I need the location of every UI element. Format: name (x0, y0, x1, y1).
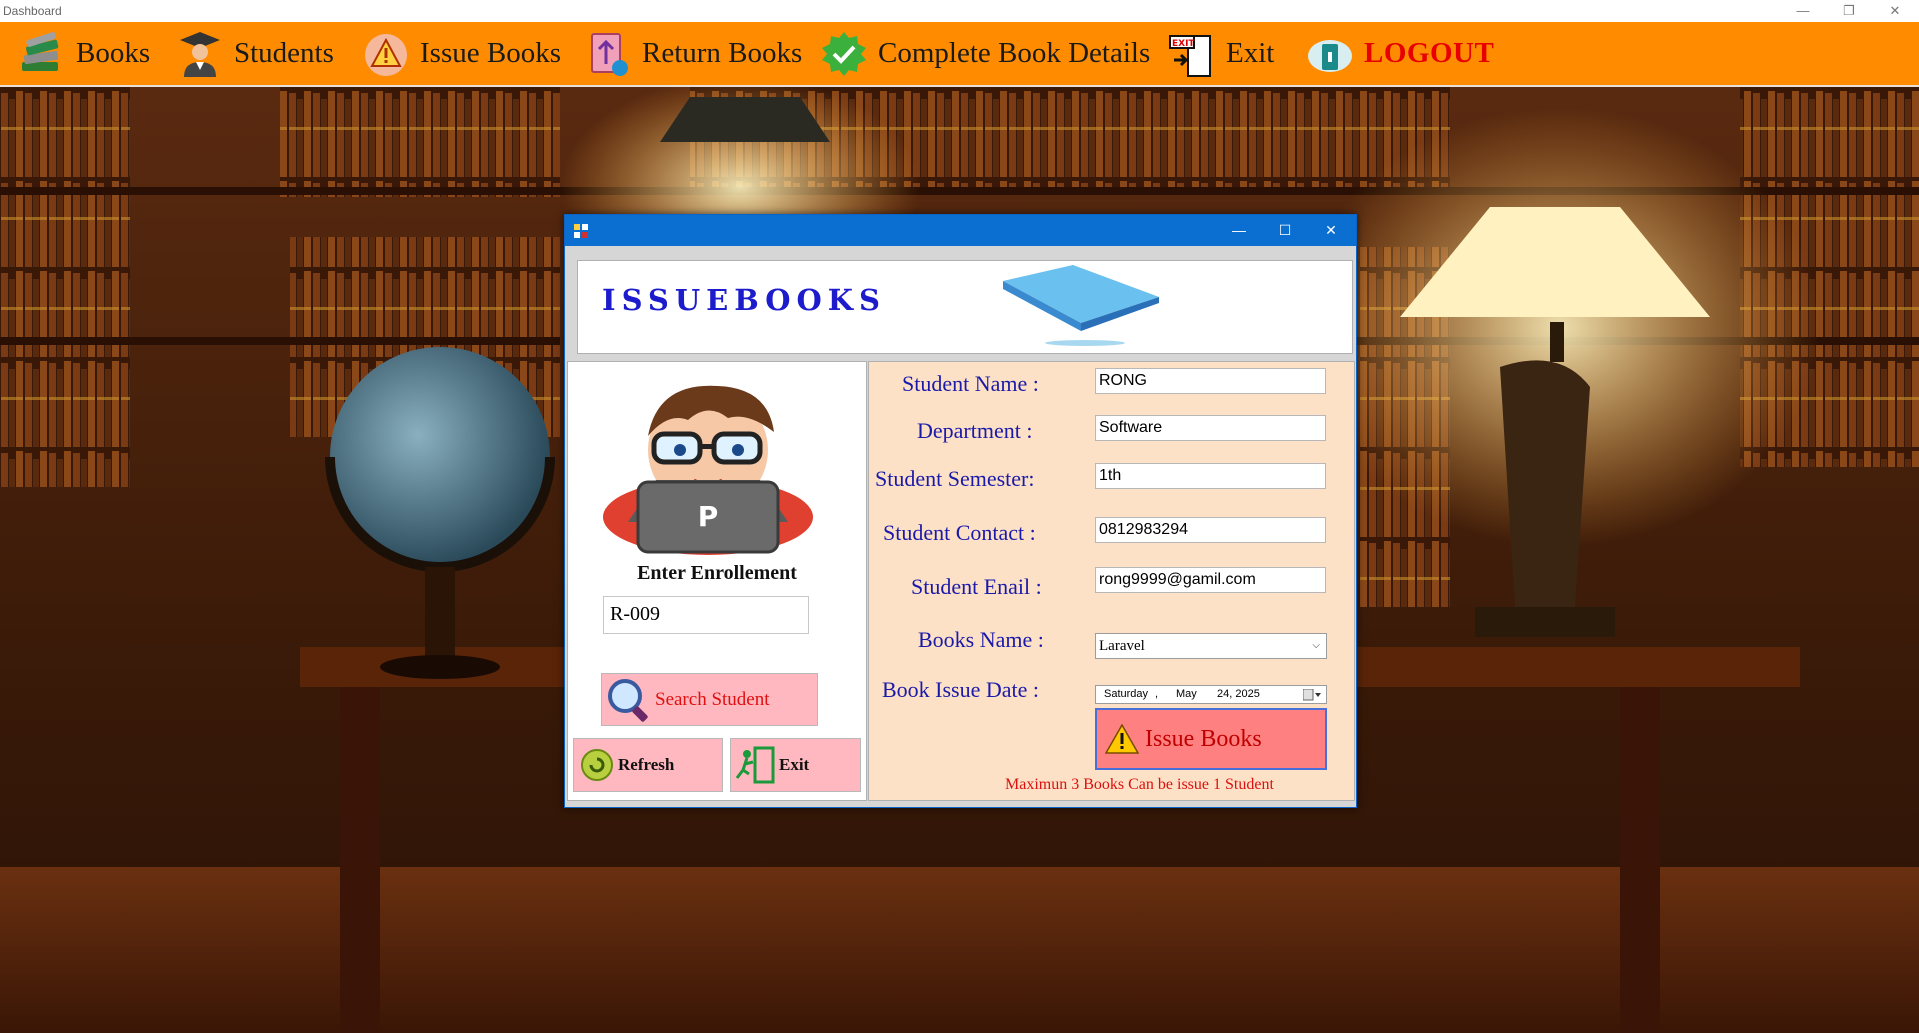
close-button[interactable]: ✕ (1872, 0, 1918, 22)
student-avatar: P (603, 385, 813, 555)
date-month: May (1176, 688, 1197, 700)
graduate-student-icon (180, 31, 220, 77)
dialog-banner: ISSUEBOOKS (577, 260, 1353, 354)
contact-field[interactable]: 0812983294 (1095, 517, 1326, 543)
department-field[interactable]: Software (1095, 415, 1326, 441)
calendar-dropdown-icon[interactable] (1303, 689, 1321, 701)
dialog-titlebar: — ☐ ✕ (565, 215, 1356, 246)
issue-date-picker[interactable]: Saturday , May 24, 2025 (1095, 685, 1327, 704)
student-details-form: Student Name : RONG Department : Softwar… (868, 361, 1355, 801)
issue-books-label: Issue Books (1145, 725, 1262, 752)
books-icon (22, 31, 59, 71)
contact-label: Student Contact : (883, 520, 1036, 545)
enrollment-input[interactable]: R-009 (603, 596, 809, 634)
search-student-label: Search Student (655, 688, 770, 710)
issue-books-dialog: — ☐ ✕ ISSUEBOOKS P Enter Enrollement R-0… (564, 214, 1357, 808)
window-title: Dashboard (3, 4, 62, 18)
dialog-minimize-button[interactable]: — (1216, 215, 1262, 246)
running-exit-icon (735, 746, 775, 784)
date-separator: , (1155, 688, 1159, 700)
refresh-label: Refresh (618, 755, 675, 774)
restore-button[interactable]: ❐ (1826, 0, 1872, 22)
minimize-button[interactable]: — (1780, 0, 1826, 22)
issue-date-label: Book Issue Date : (882, 677, 1040, 702)
exit-button[interactable]: Exit (730, 738, 861, 792)
menu-logout-label: LOGOUT (1364, 37, 1495, 69)
menu-return-books-label: Return Books (642, 37, 803, 69)
dialog-close-button[interactable]: ✕ (1308, 215, 1354, 246)
student-lookup-panel: P Enter Enrollement R-009 Search Student… (567, 361, 867, 801)
search-student-button[interactable]: Search Student (601, 673, 818, 726)
svg-text:EXIT: EXIT (1172, 39, 1195, 49)
menu-books-label: Books (76, 37, 151, 69)
menu-complete-book-details-label: Complete Book Details (878, 37, 1151, 69)
book-name-selected: Laravel (1099, 638, 1145, 654)
warning-icon (365, 33, 407, 76)
check-badge-icon (822, 31, 866, 76)
department-label: Department : (917, 418, 1033, 443)
menu-exit-label: Exit (1226, 37, 1275, 69)
chevron-down-icon: ⌵ (1312, 640, 1320, 651)
menu-students-label: Students (234, 37, 334, 69)
exit-label: Exit (779, 755, 810, 774)
dialog-maximize-button[interactable]: ☐ (1262, 215, 1308, 246)
email-label: Student Enail : (911, 574, 1042, 599)
menu-logout[interactable]: LOGOUT (1306, 22, 1494, 85)
menu-issue-books[interactable]: Issue Books (362, 22, 561, 85)
menu-exit[interactable]: EXIT Exit (1168, 22, 1274, 85)
return-book-icon (591, 32, 628, 76)
magnifier-icon (608, 678, 648, 722)
semester-field[interactable]: 1th (1095, 463, 1326, 489)
refresh-button[interactable]: Refresh (573, 738, 723, 792)
menu-issue-books-label: Issue Books (420, 37, 561, 69)
logout-icon (1308, 39, 1352, 72)
date-day: Saturday (1104, 688, 1149, 700)
avatar-laptop-letter: P (698, 500, 719, 533)
open-book-icon (1003, 265, 1159, 346)
window-titlebar: Dashboard — ❐ ✕ (0, 0, 1919, 22)
email-field[interactable]: rong9999@gamil.com (1095, 567, 1326, 593)
date-date: 24, 2025 (1217, 688, 1260, 700)
menu-books[interactable]: Books (18, 22, 150, 85)
exit-door-icon: EXIT (1169, 34, 1211, 77)
enrollment-label: Enter Enrollement (637, 562, 797, 584)
banner-title: ISSUEBOOKS (602, 283, 886, 317)
book-name-label: Books Name : (918, 627, 1044, 652)
student-name-label: Student Name : (902, 371, 1039, 396)
warning-icon (1105, 724, 1139, 754)
issue-limit-note: Maximun 3 Books Can be issue 1 Student (1005, 776, 1274, 793)
app-icon (574, 224, 588, 238)
student-name-field[interactable]: RONG (1095, 368, 1326, 394)
semester-label: Student Semester: (875, 466, 1035, 491)
menu-return-books[interactable]: Return Books (584, 22, 802, 85)
menu-complete-book-details[interactable]: Complete Book Details (820, 22, 1150, 85)
book-name-select[interactable]: Laravel ⌵ (1095, 633, 1327, 659)
main-menu-bar: Books Students Issue Books Return Books (0, 22, 1919, 87)
menu-students[interactable]: Students (176, 22, 334, 85)
issue-books-button[interactable]: Issue Books (1095, 708, 1327, 770)
refresh-icon (581, 749, 613, 781)
